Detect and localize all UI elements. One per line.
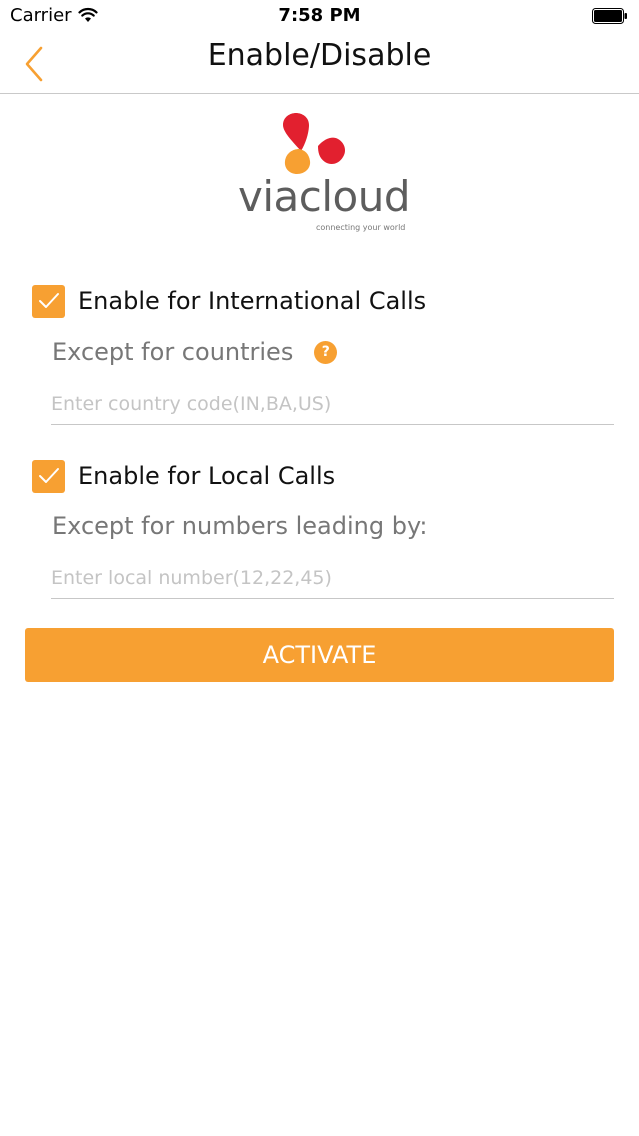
activate-button[interactable]: ACTIVATE <box>25 628 614 682</box>
logo-wordmark: viacloud <box>238 172 411 221</box>
country-code-input[interactable] <box>51 384 614 425</box>
local-calls-checkbox[interactable] <box>32 459 65 493</box>
except-countries-label-row: Except for countries ? <box>52 338 338 366</box>
local-calls-option[interactable]: Enable for Local Calls <box>32 458 335 494</box>
status-time: 7:58 PM <box>278 5 361 26</box>
page-title: Enable/Disable <box>207 38 432 73</box>
local-number-input[interactable] <box>51 558 614 599</box>
navigation-bar: Enable/Disable <box>0 34 639 94</box>
international-calls-checkbox[interactable] <box>32 284 65 318</box>
international-calls-option[interactable]: Enable for International Calls <box>32 283 426 319</box>
viacloud-logo: viacloud connecting your world <box>230 110 411 238</box>
status-bar: Carrier 7:58 PM <box>0 0 639 34</box>
question-icon[interactable]: ? <box>314 340 338 364</box>
international-calls-label: Enable for International Calls <box>78 287 427 315</box>
checkmark-icon <box>38 293 59 308</box>
checkmark-icon <box>38 468 59 483</box>
logo-tagline: connecting your world <box>316 223 406 232</box>
logo-mark-icon <box>283 113 346 174</box>
except-numbers-label-row: Except for numbers leading by: <box>52 512 428 540</box>
except-numbers-label: Except for numbers leading by: <box>52 512 428 540</box>
battery-icon <box>592 8 627 24</box>
local-calls-label: Enable for Local Calls <box>78 462 336 490</box>
except-countries-label: Except for countries <box>52 338 294 366</box>
